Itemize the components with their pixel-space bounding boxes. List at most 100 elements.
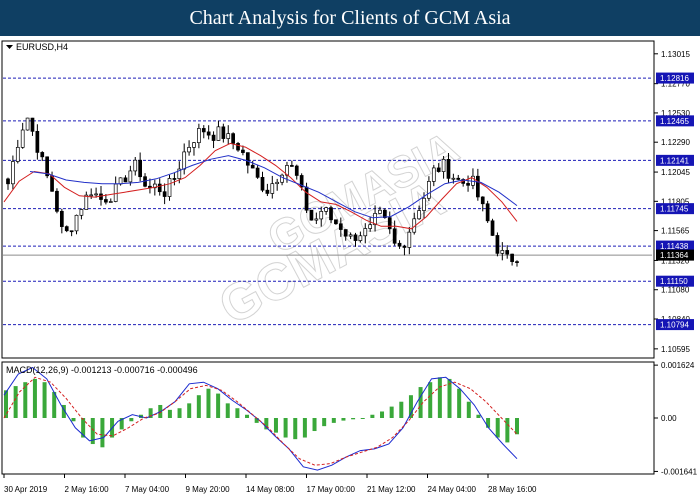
candle-body	[241, 149, 245, 153]
macd-histogram-bar	[476, 414, 481, 418]
candle-body	[265, 189, 270, 194]
macd-histogram-bar	[399, 401, 404, 418]
candle-body	[431, 167, 436, 182]
macd-histogram-bar	[408, 395, 413, 418]
candle-body	[466, 183, 470, 186]
chart-symbol-label: EURUSD,H4	[16, 42, 68, 52]
x-tick-label: 28 May 16:00	[488, 485, 537, 494]
x-tick-label: 24 May 04:00	[428, 485, 477, 494]
candle-body	[436, 167, 441, 172]
candle-body	[104, 199, 108, 203]
macd-histogram-bar	[312, 418, 317, 432]
candle-body	[20, 129, 25, 148]
candle-body	[211, 134, 216, 141]
level-price-label: 1.10794	[660, 321, 689, 330]
macd-histogram-bar	[206, 388, 211, 418]
macd-histogram-bar	[302, 418, 307, 438]
candle-body	[304, 186, 309, 211]
candle-body	[314, 218, 319, 221]
macd-histogram-bar	[331, 418, 336, 423]
candle-body	[270, 183, 275, 194]
page-title: Chart Analysis for Clients of GCM Asia	[189, 7, 511, 29]
macd-histogram-bar	[380, 411, 385, 418]
macd-histogram-bar	[457, 388, 462, 418]
candle-body	[182, 151, 187, 170]
candle-body	[353, 234, 358, 241]
candle-body	[84, 194, 89, 210]
candle-body	[162, 191, 167, 197]
candle-body	[55, 190, 59, 212]
candle-body	[89, 194, 94, 197]
x-tick-label: 21 May 12:00	[367, 485, 416, 494]
macd-panel-frame	[1, 361, 655, 475]
candle-body	[6, 178, 10, 185]
x-tick-label: 14 May 08:00	[246, 485, 295, 494]
candle-body	[329, 207, 333, 221]
candle-body	[206, 131, 211, 136]
candle-body	[197, 128, 201, 144]
x-tick-label: 30 Apr 2019	[4, 485, 48, 494]
level-price-label: 1.12465	[660, 117, 689, 126]
macd-histogram-bar	[495, 418, 500, 438]
candle-body	[133, 159, 138, 172]
macd-histogram-bar	[466, 401, 471, 418]
macd-histogram-bar	[245, 414, 250, 418]
macd-tick-label: 0.001624	[661, 361, 695, 370]
macd-histogram-bar	[515, 418, 519, 435]
candle-body	[456, 177, 461, 180]
candle-body	[319, 211, 324, 220]
macd-histogram-bar	[32, 378, 37, 418]
candle-body	[255, 167, 260, 178]
macd-histogram-bar	[100, 418, 105, 448]
level-price-label: 1.12816	[660, 74, 689, 83]
macd-histogram-bar	[437, 377, 442, 418]
candle-body	[30, 117, 35, 132]
macd-histogram-bar	[177, 408, 182, 418]
candle-body	[59, 210, 64, 227]
x-tick-label: 17 May 00:00	[307, 485, 356, 494]
macd-tick-label: 0.00	[661, 414, 677, 423]
candle-body	[363, 228, 368, 237]
y-tick-label: 1.11565	[661, 227, 690, 236]
candle-body	[113, 183, 118, 202]
candle-body	[25, 117, 30, 131]
macd-histogram-bar	[196, 395, 201, 418]
candle-body	[128, 170, 133, 183]
candle-body	[378, 209, 382, 214]
candle-body	[99, 193, 103, 200]
candle-body	[192, 142, 196, 148]
candle-body	[226, 133, 231, 139]
candle-body	[187, 147, 191, 153]
candle-body	[480, 196, 485, 205]
candle-body	[118, 177, 123, 185]
current-price-label: 1.11364	[660, 251, 689, 260]
candle-body	[505, 250, 510, 255]
y-tick-label: 1.12045	[661, 168, 690, 177]
y-tick-label: 1.11080	[661, 286, 690, 295]
candle-body	[50, 175, 54, 192]
macd-tick-label: -0.001641	[661, 467, 698, 476]
candle-body	[69, 230, 74, 233]
y-tick-label: 1.12290	[661, 138, 690, 147]
macd-histogram-bar	[13, 386, 18, 418]
candle-body	[417, 210, 421, 220]
candle-body	[260, 176, 265, 191]
candle-body	[294, 165, 299, 176]
macd-histogram-bar	[293, 418, 298, 440]
candle-body	[94, 193, 98, 196]
candle-body	[397, 242, 402, 247]
x-tick-label: 7 May 04:00	[125, 485, 170, 494]
candle-body	[138, 159, 142, 178]
candle-body	[495, 235, 500, 254]
candle-body	[334, 219, 338, 225]
candle-body	[475, 175, 480, 198]
candle-body	[368, 224, 373, 229]
candle-body	[441, 158, 446, 172]
price-chart: GCMASIAGCMASIA 1.130151.127701.125301.12…	[0, 36, 700, 500]
candle-body	[108, 201, 113, 203]
candle-body	[348, 234, 353, 237]
level-price-label: 1.12141	[660, 156, 689, 165]
candle-body	[64, 226, 69, 232]
macd-histogram-bar	[187, 403, 192, 418]
candle-body	[79, 209, 84, 216]
